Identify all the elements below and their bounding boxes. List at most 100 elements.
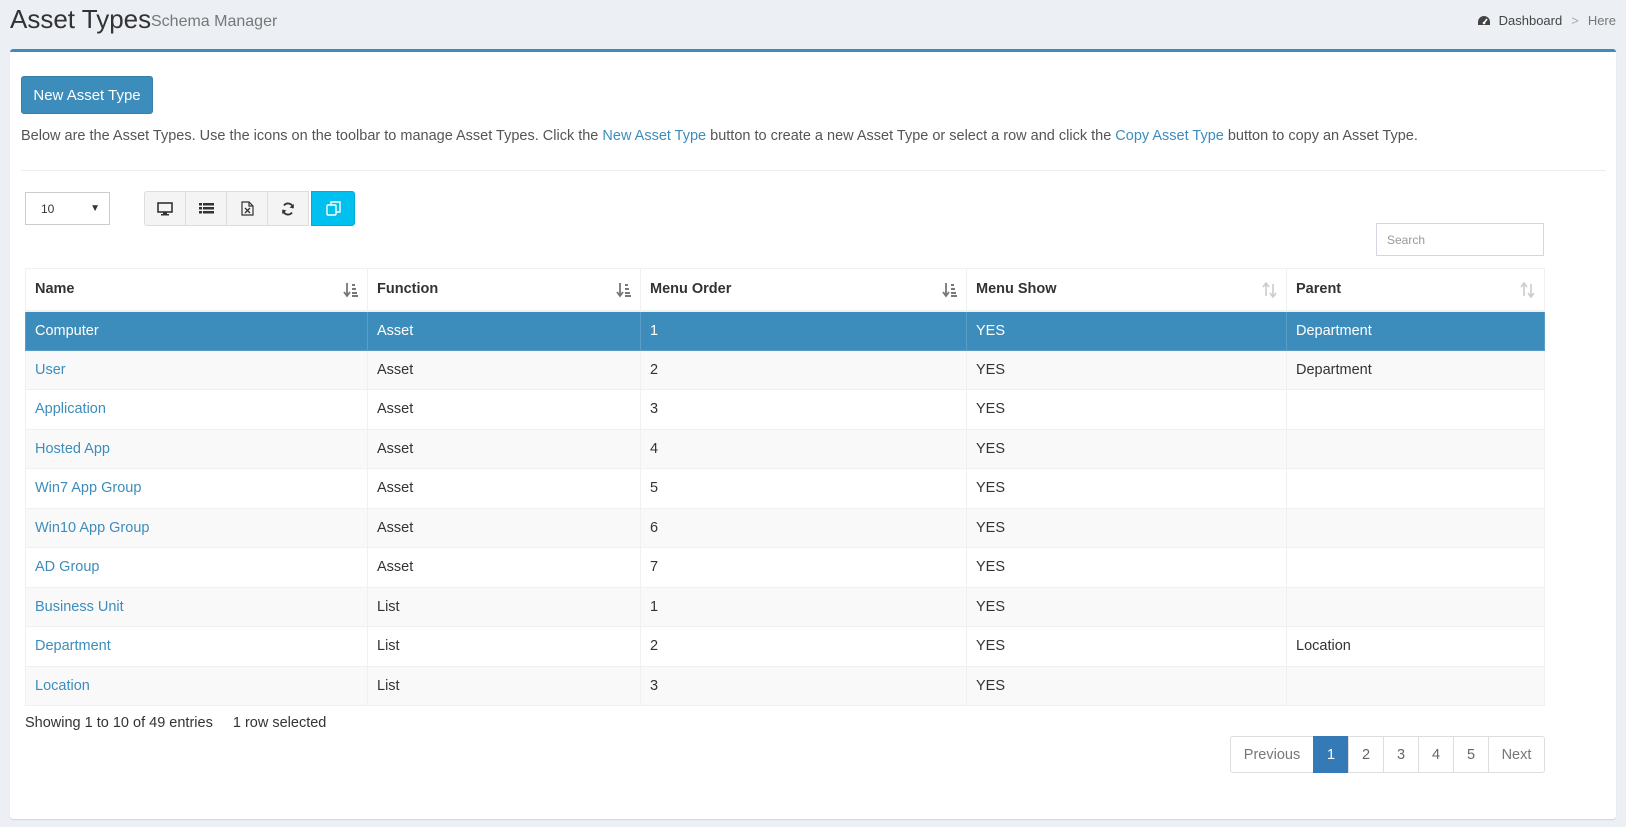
- table-toolbar: [144, 191, 355, 226]
- column-header-label: Parent: [1296, 281, 1342, 298]
- page-subtitle: Schema Manager: [151, 13, 278, 30]
- cell-menu-order: 3: [640, 665, 967, 706]
- cell-menu-show: YES: [966, 665, 1287, 706]
- cell-menu-show: YES: [966, 428, 1287, 469]
- asset-types-table: Name Function Menu Order Menu Show Paren…: [25, 268, 1545, 706]
- cell-name: Application: [25, 389, 368, 430]
- asset-type-link[interactable]: Win7 App Group: [35, 480, 141, 496]
- page-size-select[interactable]: 10 ▼: [25, 192, 110, 225]
- export-excel-button[interactable]: [226, 191, 268, 226]
- table-header-row: Name Function Menu Order Menu Show Paren…: [25, 268, 1545, 312]
- asset-type-link[interactable]: User: [35, 362, 66, 378]
- cell-parent: [1286, 468, 1545, 509]
- table-row[interactable]: Application Asset 3 YES: [25, 389, 1545, 430]
- table-row[interactable]: Win10 App Group Asset 6 YES: [25, 507, 1545, 548]
- column-header-function[interactable]: Function: [367, 268, 641, 312]
- cell-parent: [1286, 665, 1545, 706]
- list-view-button[interactable]: [185, 191, 227, 226]
- table-row[interactable]: Computer Asset 1 YES Department: [25, 310, 1545, 351]
- pagination-page-5[interactable]: 5: [1453, 736, 1489, 773]
- asset-type-link[interactable]: Location: [35, 678, 90, 694]
- table-row[interactable]: AD Group Asset 7 YES: [25, 547, 1545, 588]
- description-part-2: button to create a new Asset Type or sel…: [706, 128, 1116, 144]
- asset-type-link[interactable]: Computer: [35, 323, 99, 339]
- breadcrumb-separator: >: [1571, 13, 1579, 28]
- cell-function: List: [367, 626, 641, 667]
- description-part-1: Below are the Asset Types. Use the icons…: [21, 128, 603, 144]
- column-header-menu-order[interactable]: Menu Order: [640, 268, 967, 312]
- table-info: Showing 1 to 10 of 49 entries 1 row sele…: [25, 715, 326, 731]
- cell-function: Asset: [367, 389, 641, 430]
- column-header-label: Menu Show: [976, 281, 1057, 298]
- pagination-page-4[interactable]: 4: [1418, 736, 1454, 773]
- cell-menu-show: YES: [966, 586, 1287, 627]
- rows-selected-info: 1 row selected: [232, 715, 327, 731]
- table-row[interactable]: Business Unit List 1 YES: [25, 586, 1545, 627]
- table-row[interactable]: User Asset 2 YES Department: [25, 349, 1545, 390]
- column-header-label: Name: [35, 281, 75, 298]
- cell-menu-order: 2: [640, 626, 967, 667]
- new-asset-type-link[interactable]: New Asset Type: [602, 128, 706, 144]
- desktop-view-button[interactable]: [144, 191, 186, 226]
- cell-name: Location: [25, 665, 368, 706]
- entries-info: Showing 1 to 10 of 49 entries: [25, 715, 213, 731]
- column-header-parent[interactable]: Parent: [1286, 268, 1545, 312]
- cell-parent: [1286, 428, 1545, 469]
- cell-function: Asset: [367, 507, 641, 548]
- breadcrumb-current: Here: [1587, 13, 1616, 28]
- asset-type-link[interactable]: Hosted App: [35, 441, 110, 457]
- copy-asset-type-button[interactable]: [311, 191, 355, 226]
- pagination-previous[interactable]: Previous: [1230, 736, 1314, 773]
- cell-function: Asset: [367, 468, 641, 509]
- column-header-label: Function: [377, 281, 439, 298]
- breadcrumb-dashboard-link[interactable]: Dashboard: [1499, 13, 1563, 28]
- cell-menu-order: 3: [640, 389, 967, 430]
- cell-name: AD Group: [25, 547, 368, 588]
- cell-menu-order: 7: [640, 547, 967, 588]
- asset-type-link[interactable]: Win10 App Group: [35, 520, 149, 536]
- refresh-button[interactable]: [267, 191, 309, 226]
- table-row[interactable]: Hosted App Asset 4 YES: [25, 428, 1545, 469]
- cell-menu-order: 6: [640, 507, 967, 548]
- cell-menu-show: YES: [966, 507, 1287, 548]
- asset-type-link[interactable]: Department: [35, 638, 111, 654]
- excel-icon: [240, 201, 254, 216]
- cell-menu-order: 2: [640, 349, 967, 390]
- cell-function: Asset: [367, 428, 641, 469]
- sort-desc-icon: [942, 283, 957, 298]
- cell-function: Asset: [367, 349, 641, 390]
- cell-parent: Department: [1286, 310, 1545, 351]
- description-part-3: button to copy an Asset Type.: [1223, 128, 1418, 144]
- cell-function: List: [367, 665, 641, 706]
- column-header-menu-show[interactable]: Menu Show: [966, 268, 1287, 312]
- content-header: Asset Types Schema Manager Dashboard > H…: [0, 0, 1626, 48]
- cell-menu-order: 1: [640, 586, 967, 627]
- breadcrumb: Dashboard > Here: [1477, 13, 1616, 28]
- table-row[interactable]: Location List 3 YES: [25, 665, 1545, 706]
- cell-parent: Department: [1286, 349, 1545, 390]
- asset-type-link[interactable]: AD Group: [35, 559, 99, 575]
- asset-type-link[interactable]: Application: [35, 401, 106, 417]
- copy-asset-type-link[interactable]: Copy Asset Type: [1115, 128, 1224, 144]
- table-row[interactable]: Win7 App Group Asset 5 YES: [25, 468, 1545, 509]
- table-row[interactable]: Department List 2 YES Location: [25, 626, 1545, 667]
- cell-parent: [1286, 586, 1545, 627]
- pagination-page-3[interactable]: 3: [1383, 736, 1419, 773]
- asset-type-link[interactable]: Business Unit: [35, 599, 124, 615]
- cell-function: Asset: [367, 310, 641, 351]
- pagination-next[interactable]: Next: [1488, 736, 1545, 773]
- new-asset-type-button[interactable]: New Asset Type: [21, 76, 153, 114]
- cell-name: Computer: [25, 310, 368, 351]
- cell-parent: Location: [1286, 626, 1545, 667]
- cell-function: Asset: [367, 547, 641, 588]
- pagination-page-2[interactable]: 2: [1348, 736, 1384, 773]
- cell-parent: [1286, 547, 1545, 588]
- cell-function: List: [367, 586, 641, 627]
- cell-name: User: [25, 349, 368, 390]
- column-header-name[interactable]: Name: [25, 268, 368, 312]
- cell-menu-show: YES: [966, 626, 1287, 667]
- pagination-page-1[interactable]: 1: [1313, 736, 1349, 773]
- sort-desc-icon: [616, 283, 631, 298]
- search-input[interactable]: [1376, 223, 1544, 256]
- page-title: Asset Types: [10, 4, 152, 34]
